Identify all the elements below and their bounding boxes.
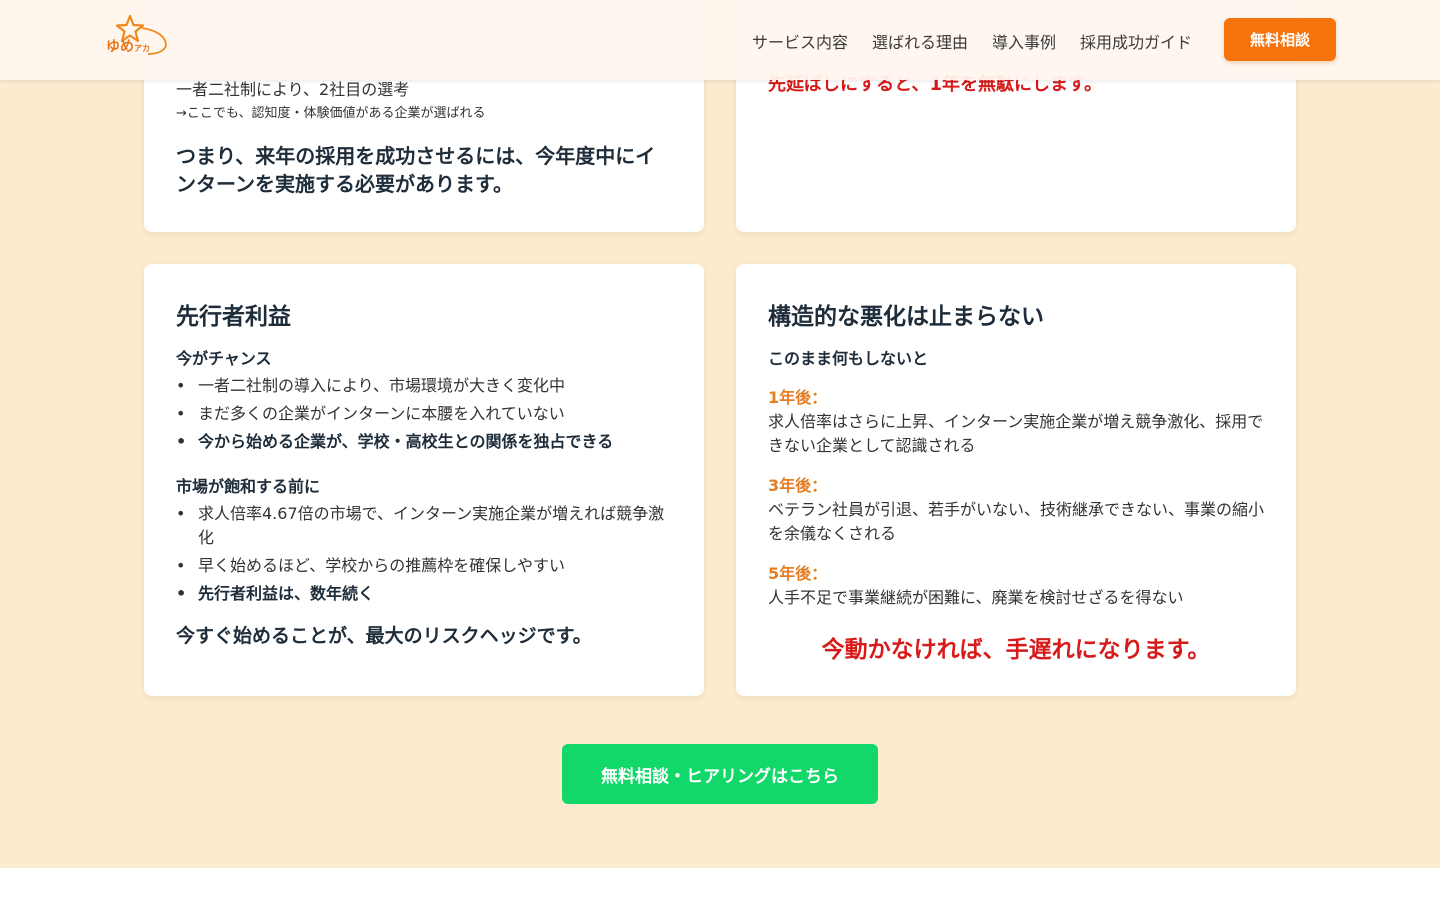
logo-text-small: アカ [134,44,150,53]
card-title: 構造的な悪化は止まらない [768,304,1044,330]
card-structural-decline: 構造的な悪化は止まらない このまま何もしないと 1年後： 求人倍率はさらに上昇、… [736,264,1296,696]
timeline-text-line-1: 人手不足で事業継続が困難に、廃業を検討せざるを得ない [768,588,1184,607]
list-item: 先行者利益は、数年続く [176,582,672,606]
list-item: まだ多くの企業がインターンに本腰を入れていない [176,402,672,426]
saturation-list: 求人倍率4.67倍の市場で、インターン実施企業が増えれば競争激化 早く始めるほど… [176,502,672,610]
timeline-text-line-1: ベテラン社員が引退、若手がいない、技術継承できない、事業の縮小 [768,500,1265,519]
card-first-mover-advantage: 先行者利益 今がチャンス 一者二社制の導入により、市場環境が大きく変化中 まだ多… [144,264,704,696]
logo-text-main: ゆめ [106,39,134,55]
timeline-label: 5年後： [768,564,828,583]
logo-wordmark: ゆめアカ [106,36,150,56]
timeline-item-1-year: 1年後： 求人倍率はさらに上昇、インターン実施企業が増え競争激化、採用で きない… [768,384,1268,458]
site-header: ゆめアカ サービス内容 選ばれる理由 導入事例 採用成功ガイド 無料相談 [0,0,1440,80]
list-item: 今から始める企業が、学校・高校生との関係を独占できる [176,430,672,454]
header-free-consultation-button[interactable]: 無料相談 [1224,18,1336,61]
nav-link-services[interactable]: サービス内容 [752,29,848,53]
timeline-text-line-1: 求人倍率はさらに上昇、インターン実施企業が増え競争激化、採用で [768,412,1264,431]
nav-link-reasons[interactable]: 選ばれる理由 [872,29,968,53]
list-item: 求人倍率4.67倍の市場で、インターン実施企業が増えれば競争激化 [176,502,672,550]
section-heading-saturation: 市場が飽和する前に [176,477,321,496]
card-conclusion-line-1: つまり、来年の採用を成功させるには、今年度中にイ [176,144,656,168]
urgent-warning: 今動かなければ、手遅れになります。 [821,637,1211,663]
timeline-text-line-2: きない企業として認識される [768,436,976,455]
timeline-text-line-2: を余儀なくされる [768,524,897,543]
list-item: 早く始めるほど、学校からの推薦枠を確保しやすい [176,554,672,578]
timeline-label: 1年後： [768,388,828,407]
section-heading-if-nothing: このまま何もしないと [768,349,929,368]
logo[interactable]: ゆめアカ [104,14,174,64]
card-conclusion-line-2: ンターンを実施する必要があります。 [176,172,513,196]
opportunity-list: 一者二社制の導入により、市場環境が大きく変化中 まだ多くの企業がインターンに本腰… [176,374,672,458]
card-note-line: →ここでも、認知度・体験価値がある企業が選ばれる [176,106,486,121]
list-item: 一者二社制の導入により、市場環境が大きく変化中 [176,374,672,398]
problem-section: 一者二社制により、2社目の選考 →ここでも、認知度・体験価値がある企業が選ばれる… [0,0,1440,868]
card-title: 先行者利益 [176,304,291,330]
nav-link-hiring-guide[interactable]: 採用成功ガイド [1080,29,1192,53]
free-consultation-hearing-button[interactable]: 無料相談・ヒアリングはこちら [562,744,878,804]
timeline-label: 3年後： [768,476,828,495]
nav-link-case-studies[interactable]: 導入事例 [992,29,1056,53]
timeline-item-3-years: 3年後： ベテラン社員が引退、若手がいない、技術継承できない、事業の縮小 を余儀… [768,472,1268,546]
section-heading-opportunity: 今がチャンス [176,349,272,368]
card-conclusion: 今すぐ始めることが、最大のリスクヘッジです。 [176,625,592,647]
timeline-item-5-years: 5年後： 人手不足で事業継続が困難に、廃業を検討せざるを得ない [768,560,1268,610]
